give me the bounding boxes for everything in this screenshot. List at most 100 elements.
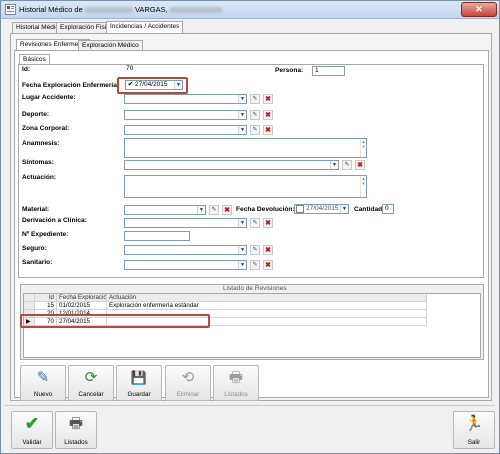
delete-icon: ⟲ [181,369,195,386]
edit-icon[interactable]: ✎ [209,205,219,215]
eliminar-button[interactable]: ⟲ Eliminar [165,365,211,401]
sintomas-label: Síntomas: [22,159,54,166]
fecha-devolucion-picker[interactable]: 27/04/2015 ▼ [294,204,349,214]
app-icon [5,4,16,15]
edit-icon[interactable]: ✎ [250,110,260,120]
actuacion-label: Actuación: [22,174,57,181]
expediente-field[interactable] [124,231,190,241]
fecha-devolucion-checkbox[interactable] [296,205,304,213]
clear-icon[interactable]: ✖ [263,245,273,255]
fecha-devolucion-value: 27/04/2015 [306,205,339,212]
validar-button[interactable]: ✔ Validar [11,411,53,449]
chevron-down-icon[interactable]: ▼ [197,206,205,214]
close-button[interactable]: ✕ [461,2,497,17]
cancelar-button[interactable]: ⟳ Cancelar [68,365,114,401]
listados-button[interactable]: 🖶 Listados [213,365,259,401]
clear-icon[interactable]: ✖ [263,260,273,270]
zona-corporal-combo[interactable]: ▼ [124,125,247,135]
edit-icon[interactable]: ✎ [342,160,352,170]
table-cell-actuacion[interactable]: Exploración enfermería estándar [107,302,427,310]
chevron-down-icon[interactable]: ▼ [238,126,246,134]
actuacion-textarea[interactable]: ▲ ▼ [124,175,367,198]
sanitario-label: Sanitario: [22,259,53,266]
anamnesis-textarea[interactable]: ▲ ▼ [124,138,367,158]
fecha-exploracion-label: Fecha Exploración Enfermería: [22,82,120,89]
nuevo-button[interactable]: ✎ Nuevo [20,365,66,401]
clear-icon[interactable]: ✖ [222,205,232,215]
edit-icon[interactable]: ✎ [250,125,260,135]
zona-corporal-label: Zona Corporal: [22,125,70,132]
chevron-down-icon[interactable]: ▼ [340,205,348,213]
deporte-label: Deporte: [22,111,50,118]
printer-icon: 🖶 [68,415,84,432]
clear-icon[interactable]: ✖ [263,125,273,135]
clear-icon[interactable]: ✖ [263,110,273,120]
new-document-icon: ✎ [36,369,50,386]
sanitario-combo[interactable]: ▼ [124,260,247,270]
lugar-accidente-combo[interactable]: ▼ [124,94,247,104]
chevron-down-icon[interactable]: ▼ [238,95,246,103]
derivacion-label: Derivación a Clínica: [22,217,87,224]
chevron-down-icon[interactable]: ▼ [238,111,246,119]
lugar-accidente-label: Lugar Accidente: [22,94,76,101]
edit-icon[interactable]: ✎ [250,245,260,255]
material-combo[interactable]: ▼ [124,205,206,215]
edit-icon[interactable]: ✎ [250,260,260,270]
row-header[interactable] [24,302,35,310]
revisiones-list-title: Listado de Revisiones [223,285,287,292]
scrollbar[interactable]: ▲ ▼ [360,139,366,157]
id-label: Id: [22,66,31,73]
grid-corner [24,294,35,302]
chevron-down-icon[interactable]: ▼ [238,246,246,254]
title-bar: Historial Médico de VARGAS, ✕ [1,1,499,19]
persona-field[interactable]: 1 [312,66,345,76]
check-icon: ✔ [24,414,40,433]
persona-label: Persona: [275,67,304,74]
column-header-fecha[interactable]: Fecha Exploración [57,294,107,302]
clear-icon[interactable]: ✖ [355,160,365,170]
scrollbar[interactable]: ▲ ▼ [360,176,366,197]
printer-icon: 🖶 [228,369,244,386]
tab-incidencias-accidentes[interactable]: Incidencias / Accidentes [106,21,184,33]
eliminar-label: Eliminar [176,391,200,398]
fecha-devolucion-label: Fecha Devolución: [236,206,295,213]
window-title-suffix: VARGAS, [134,5,168,14]
listados-bottom-button[interactable]: 🖶 Listados [55,411,97,449]
seguro-combo[interactable]: ▼ [124,245,247,255]
listados-bottom-label: Listados [64,439,88,446]
validar-label: Validar [22,439,42,446]
chevron-down-icon[interactable]: ▼ [330,161,338,169]
redacted-name [84,7,133,14]
edit-icon[interactable]: ✎ [250,94,260,104]
listados-label: Listados [224,391,248,398]
cantidad-field[interactable]: 0 [382,204,394,214]
column-header-id[interactable]: Id [35,294,57,302]
salir-label: Salir [467,439,481,446]
anamnesis-label: Anamnesis: [22,140,60,147]
table-cell-id[interactable]: 15 [35,302,57,310]
redacted-surname [169,7,222,14]
save-icon: 💾 [130,370,148,385]
edit-icon[interactable]: ✎ [250,218,260,228]
guardar-label: Guardar [127,391,151,398]
highlight-fecha [117,77,188,94]
seguro-label: Seguro: [22,245,47,252]
table-cell-fecha[interactable]: 01/02/2015 [57,302,107,310]
highlight-selected-row [20,314,210,328]
sintomas-combo[interactable]: ▼ [124,160,339,170]
cantidad-label: Cantidad: [354,206,385,213]
window-title: Historial Médico de VARGAS, [19,5,222,14]
clear-icon[interactable]: ✖ [263,94,273,104]
deporte-combo[interactable]: ▼ [124,110,247,120]
derivacion-combo[interactable]: ▼ [124,218,247,228]
clear-icon[interactable]: ✖ [263,218,273,228]
material-label: Material: [22,206,50,213]
chevron-down-icon[interactable]: ▼ [238,261,246,269]
column-header-actuacion[interactable]: Actuación [107,294,427,302]
refresh-icon: ⟳ [84,369,98,386]
chevron-down-icon[interactable]: ▼ [238,219,246,227]
exit-icon: 🏃 [464,415,484,432]
salir-button[interactable]: 🏃 Salir [453,411,495,449]
app-window: Historial Médico de VARGAS, ✕ Historial … [0,0,500,454]
guardar-button[interactable]: 💾 Guardar [116,365,162,401]
